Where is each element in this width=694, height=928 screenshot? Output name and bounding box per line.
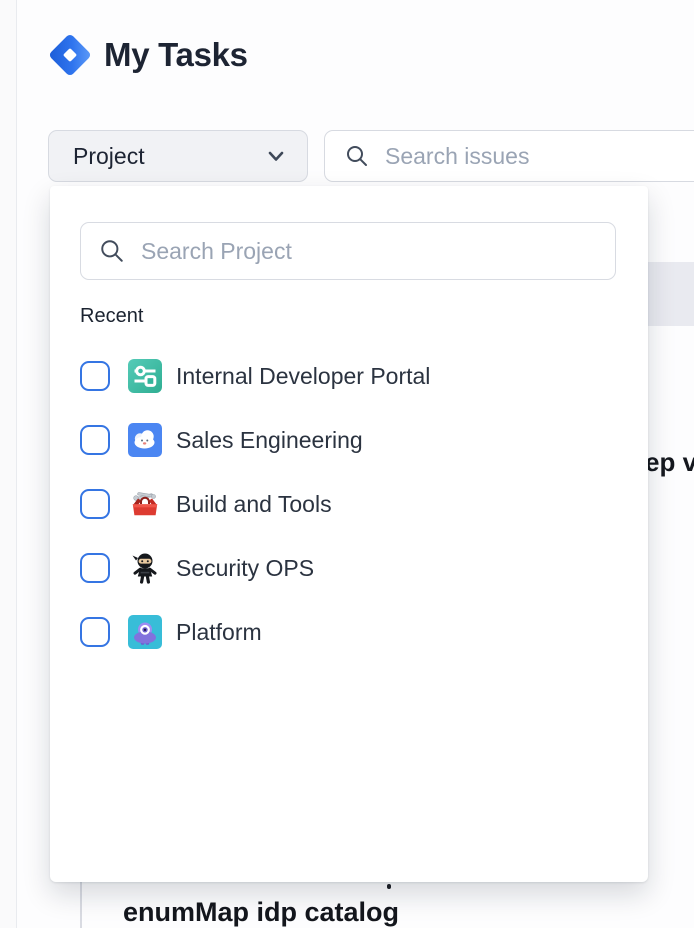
project-checkbox[interactable] (80, 617, 110, 647)
project-checkbox[interactable] (80, 361, 110, 391)
project-filter-label: Project (73, 143, 145, 170)
search-icon (99, 238, 125, 264)
background-vertical-divider (80, 882, 82, 928)
project-option-internal-developer-portal[interactable]: Internal Developer Portal (80, 354, 430, 398)
search-project-input[interactable] (139, 237, 601, 266)
chevron-down-icon (265, 145, 287, 167)
background-task-title-partial: enumMap idp catalog (123, 897, 399, 928)
project-option-security-ops[interactable]: Security OPS (80, 546, 314, 590)
ninja-project-icon (128, 551, 162, 585)
cloud-project-icon (128, 423, 162, 457)
search-project-field[interactable] (80, 222, 616, 280)
recent-section-label: Recent (80, 305, 143, 328)
project-checkbox[interactable] (80, 489, 110, 519)
search-issues-field[interactable] (324, 130, 694, 182)
project-option-label: Sales Engineering (176, 427, 363, 454)
left-gutter (0, 0, 17, 928)
project-option-label: Internal Developer Portal (176, 363, 430, 390)
sliders-project-icon (128, 359, 162, 393)
project-option-label: Build and Tools (176, 491, 332, 518)
project-filter-button[interactable]: Project (48, 130, 308, 182)
my-tasks-page: My Tasks Project ep v enumMap idp catalo… (0, 0, 694, 928)
project-option-label: Security OPS (176, 555, 314, 582)
toolbox-project-icon (128, 487, 162, 521)
page-title: My Tasks (104, 36, 248, 74)
search-issues-input[interactable] (383, 142, 694, 171)
project-checkbox[interactable] (80, 425, 110, 455)
project-checkbox[interactable] (80, 553, 110, 583)
background-partial-task-text: ep v (645, 447, 694, 478)
search-icon (345, 144, 369, 168)
project-option-label: Platform (176, 619, 262, 646)
jira-logo-icon (47, 32, 93, 78)
project-option-build-and-tools[interactable]: Build and Tools (80, 482, 332, 526)
alien-project-icon (128, 615, 162, 649)
project-option-platform[interactable]: Platform (80, 610, 262, 654)
background-table-band (640, 262, 694, 326)
project-option-sales-engineering[interactable]: Sales Engineering (80, 418, 363, 462)
project-dropdown-panel: Recent Internal Developer Portal (50, 186, 648, 882)
background-dot (387, 884, 391, 889)
